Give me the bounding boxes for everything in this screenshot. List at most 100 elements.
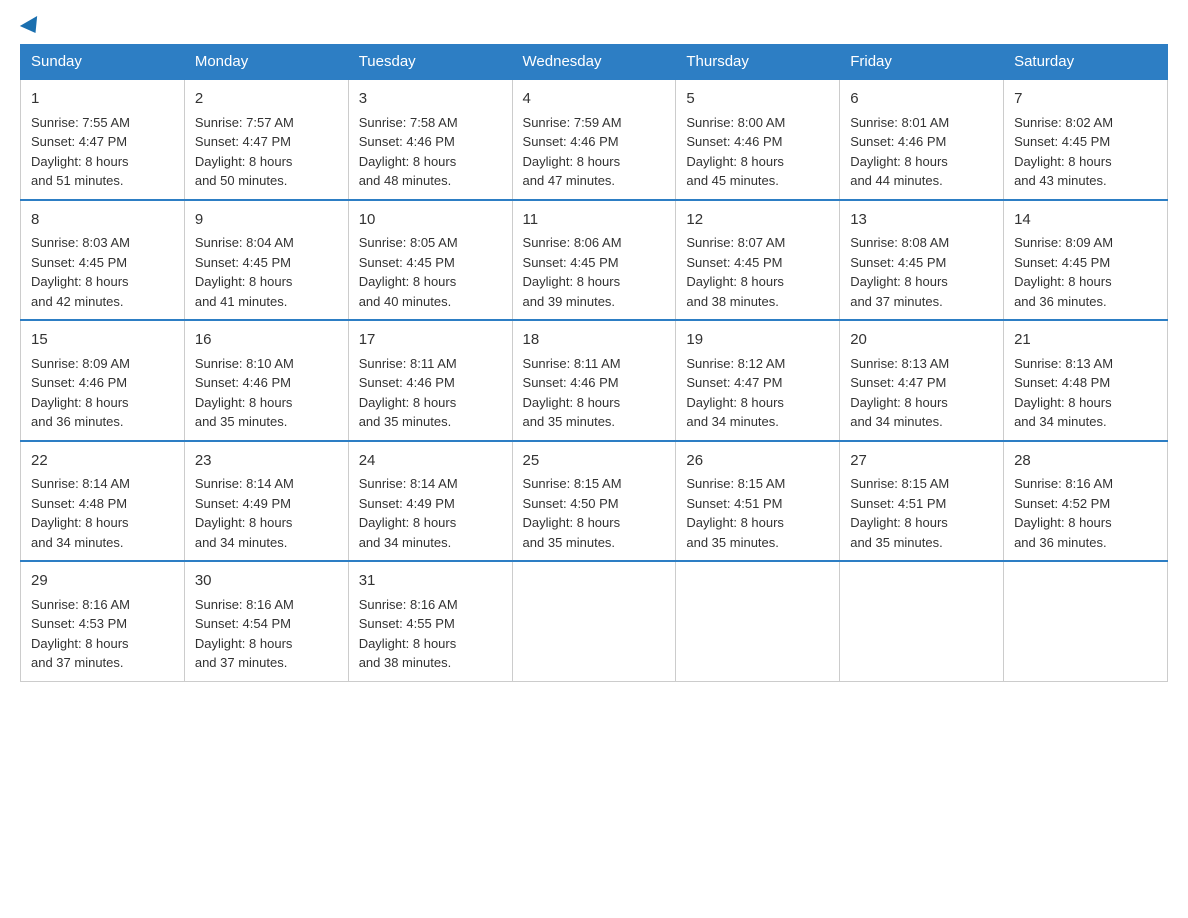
day-number: 31 xyxy=(359,570,502,593)
day-info: Sunrise: 8:11 AMSunset: 4:46 PMDaylight:… xyxy=(359,354,502,432)
calendar-day-cell: 27Sunrise: 8:15 AMSunset: 4:51 PMDayligh… xyxy=(840,441,1004,562)
day-info: Sunrise: 8:13 AMSunset: 4:48 PMDaylight:… xyxy=(1014,354,1157,432)
day-number: 22 xyxy=(31,450,174,473)
calendar-table: SundayMondayTuesdayWednesdayThursdayFrid… xyxy=(20,44,1168,682)
day-info: Sunrise: 8:03 AMSunset: 4:45 PMDaylight:… xyxy=(31,233,174,311)
calendar-empty-cell xyxy=(676,561,840,681)
day-number: 8 xyxy=(31,209,174,232)
calendar-header-wednesday: Wednesday xyxy=(512,45,676,80)
day-number: 16 xyxy=(195,329,338,352)
day-info: Sunrise: 8:14 AMSunset: 4:48 PMDaylight:… xyxy=(31,474,174,552)
calendar-empty-cell xyxy=(840,561,1004,681)
day-number: 27 xyxy=(850,450,993,473)
day-info: Sunrise: 8:02 AMSunset: 4:45 PMDaylight:… xyxy=(1014,113,1157,191)
day-number: 13 xyxy=(850,209,993,232)
day-number: 19 xyxy=(686,329,829,352)
logo-triangle-icon xyxy=(20,16,44,38)
calendar-day-cell: 2Sunrise: 7:57 AMSunset: 4:47 PMDaylight… xyxy=(184,79,348,200)
calendar-day-cell: 4Sunrise: 7:59 AMSunset: 4:46 PMDaylight… xyxy=(512,79,676,200)
day-info: Sunrise: 8:15 AMSunset: 4:51 PMDaylight:… xyxy=(850,474,993,552)
day-number: 26 xyxy=(686,450,829,473)
calendar-day-cell: 13Sunrise: 8:08 AMSunset: 4:45 PMDayligh… xyxy=(840,200,1004,321)
day-info: Sunrise: 8:16 AMSunset: 4:54 PMDaylight:… xyxy=(195,595,338,673)
calendar-empty-cell xyxy=(1004,561,1168,681)
calendar-day-cell: 18Sunrise: 8:11 AMSunset: 4:46 PMDayligh… xyxy=(512,320,676,441)
day-info: Sunrise: 8:16 AMSunset: 4:52 PMDaylight:… xyxy=(1014,474,1157,552)
calendar-day-cell: 3Sunrise: 7:58 AMSunset: 4:46 PMDaylight… xyxy=(348,79,512,200)
calendar-week-row: 29Sunrise: 8:16 AMSunset: 4:53 PMDayligh… xyxy=(21,561,1168,681)
calendar-day-cell: 20Sunrise: 8:13 AMSunset: 4:47 PMDayligh… xyxy=(840,320,1004,441)
day-number: 24 xyxy=(359,450,502,473)
day-info: Sunrise: 8:11 AMSunset: 4:46 PMDaylight:… xyxy=(523,354,666,432)
calendar-day-cell: 23Sunrise: 8:14 AMSunset: 4:49 PMDayligh… xyxy=(184,441,348,562)
day-info: Sunrise: 8:13 AMSunset: 4:47 PMDaylight:… xyxy=(850,354,993,432)
day-number: 29 xyxy=(31,570,174,593)
calendar-day-cell: 17Sunrise: 8:11 AMSunset: 4:46 PMDayligh… xyxy=(348,320,512,441)
calendar-week-row: 22Sunrise: 8:14 AMSunset: 4:48 PMDayligh… xyxy=(21,441,1168,562)
calendar-day-cell: 25Sunrise: 8:15 AMSunset: 4:50 PMDayligh… xyxy=(512,441,676,562)
calendar-day-cell: 19Sunrise: 8:12 AMSunset: 4:47 PMDayligh… xyxy=(676,320,840,441)
day-info: Sunrise: 8:00 AMSunset: 4:46 PMDaylight:… xyxy=(686,113,829,191)
day-info: Sunrise: 8:09 AMSunset: 4:46 PMDaylight:… xyxy=(31,354,174,432)
day-info: Sunrise: 7:59 AMSunset: 4:46 PMDaylight:… xyxy=(523,113,666,191)
calendar-week-row: 8Sunrise: 8:03 AMSunset: 4:45 PMDaylight… xyxy=(21,200,1168,321)
calendar-day-cell: 22Sunrise: 8:14 AMSunset: 4:48 PMDayligh… xyxy=(21,441,185,562)
calendar-day-cell: 9Sunrise: 8:04 AMSunset: 4:45 PMDaylight… xyxy=(184,200,348,321)
day-info: Sunrise: 8:14 AMSunset: 4:49 PMDaylight:… xyxy=(195,474,338,552)
day-info: Sunrise: 8:04 AMSunset: 4:45 PMDaylight:… xyxy=(195,233,338,311)
calendar-day-cell: 7Sunrise: 8:02 AMSunset: 4:45 PMDaylight… xyxy=(1004,79,1168,200)
day-number: 17 xyxy=(359,329,502,352)
day-number: 25 xyxy=(523,450,666,473)
calendar-day-cell: 8Sunrise: 8:03 AMSunset: 4:45 PMDaylight… xyxy=(21,200,185,321)
day-number: 12 xyxy=(686,209,829,232)
day-info: Sunrise: 8:05 AMSunset: 4:45 PMDaylight:… xyxy=(359,233,502,311)
calendar-day-cell: 29Sunrise: 8:16 AMSunset: 4:53 PMDayligh… xyxy=(21,561,185,681)
calendar-empty-cell xyxy=(512,561,676,681)
day-number: 2 xyxy=(195,88,338,111)
calendar-day-cell: 11Sunrise: 8:06 AMSunset: 4:45 PMDayligh… xyxy=(512,200,676,321)
day-info: Sunrise: 8:15 AMSunset: 4:51 PMDaylight:… xyxy=(686,474,829,552)
day-number: 9 xyxy=(195,209,338,232)
calendar-day-cell: 31Sunrise: 8:16 AMSunset: 4:55 PMDayligh… xyxy=(348,561,512,681)
calendar-header-saturday: Saturday xyxy=(1004,45,1168,80)
calendar-day-cell: 24Sunrise: 8:14 AMSunset: 4:49 PMDayligh… xyxy=(348,441,512,562)
day-info: Sunrise: 8:01 AMSunset: 4:46 PMDaylight:… xyxy=(850,113,993,191)
day-info: Sunrise: 7:55 AMSunset: 4:47 PMDaylight:… xyxy=(31,113,174,191)
day-number: 14 xyxy=(1014,209,1157,232)
day-number: 11 xyxy=(523,209,666,232)
calendar-header-sunday: Sunday xyxy=(21,45,185,80)
day-number: 1 xyxy=(31,88,174,111)
day-number: 10 xyxy=(359,209,502,232)
day-info: Sunrise: 8:06 AMSunset: 4:45 PMDaylight:… xyxy=(523,233,666,311)
logo xyxy=(20,20,42,34)
page-header xyxy=(20,20,1168,34)
calendar-day-cell: 26Sunrise: 8:15 AMSunset: 4:51 PMDayligh… xyxy=(676,441,840,562)
day-info: Sunrise: 8:15 AMSunset: 4:50 PMDaylight:… xyxy=(523,474,666,552)
calendar-day-cell: 16Sunrise: 8:10 AMSunset: 4:46 PMDayligh… xyxy=(184,320,348,441)
day-info: Sunrise: 8:08 AMSunset: 4:45 PMDaylight:… xyxy=(850,233,993,311)
day-info: Sunrise: 8:07 AMSunset: 4:45 PMDaylight:… xyxy=(686,233,829,311)
calendar-header-tuesday: Tuesday xyxy=(348,45,512,80)
calendar-day-cell: 15Sunrise: 8:09 AMSunset: 4:46 PMDayligh… xyxy=(21,320,185,441)
day-info: Sunrise: 7:58 AMSunset: 4:46 PMDaylight:… xyxy=(359,113,502,191)
calendar-day-cell: 5Sunrise: 8:00 AMSunset: 4:46 PMDaylight… xyxy=(676,79,840,200)
calendar-header-monday: Monday xyxy=(184,45,348,80)
day-info: Sunrise: 8:12 AMSunset: 4:47 PMDaylight:… xyxy=(686,354,829,432)
day-number: 4 xyxy=(523,88,666,111)
calendar-header-row: SundayMondayTuesdayWednesdayThursdayFrid… xyxy=(21,45,1168,80)
day-number: 15 xyxy=(31,329,174,352)
day-info: Sunrise: 8:14 AMSunset: 4:49 PMDaylight:… xyxy=(359,474,502,552)
day-info: Sunrise: 7:57 AMSunset: 4:47 PMDaylight:… xyxy=(195,113,338,191)
calendar-day-cell: 28Sunrise: 8:16 AMSunset: 4:52 PMDayligh… xyxy=(1004,441,1168,562)
calendar-day-cell: 6Sunrise: 8:01 AMSunset: 4:46 PMDaylight… xyxy=(840,79,1004,200)
day-number: 6 xyxy=(850,88,993,111)
day-info: Sunrise: 8:16 AMSunset: 4:55 PMDaylight:… xyxy=(359,595,502,673)
calendar-day-cell: 14Sunrise: 8:09 AMSunset: 4:45 PMDayligh… xyxy=(1004,200,1168,321)
day-number: 5 xyxy=(686,88,829,111)
day-info: Sunrise: 8:09 AMSunset: 4:45 PMDaylight:… xyxy=(1014,233,1157,311)
day-number: 30 xyxy=(195,570,338,593)
calendar-day-cell: 30Sunrise: 8:16 AMSunset: 4:54 PMDayligh… xyxy=(184,561,348,681)
day-number: 23 xyxy=(195,450,338,473)
day-info: Sunrise: 8:16 AMSunset: 4:53 PMDaylight:… xyxy=(31,595,174,673)
day-number: 7 xyxy=(1014,88,1157,111)
